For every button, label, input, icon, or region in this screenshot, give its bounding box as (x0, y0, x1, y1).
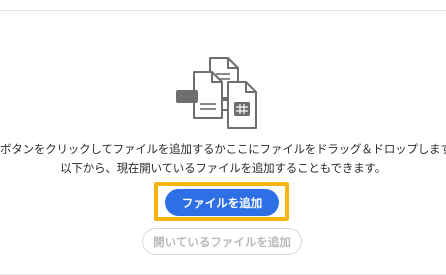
instruction-subtext: 以下から、現在開いているファイルを追加することもできます。 (60, 161, 386, 175)
file-drop-panel[interactable]: ボタンをクリックしてファイルを追加するかここにファイルをドラッグ＆ドロップします… (0, 0, 446, 275)
top-divider (0, 10, 446, 11)
add-files-button[interactable]: ファイルを追加 (165, 189, 279, 216)
instruction-text: ボタンをクリックしてファイルを追加するかここにファイルをドラッグ＆ドロップします… (0, 142, 446, 156)
add-open-files-button[interactable]: 開いているファイルを追加 (142, 228, 302, 255)
files-drag-drop-icon (172, 54, 272, 130)
